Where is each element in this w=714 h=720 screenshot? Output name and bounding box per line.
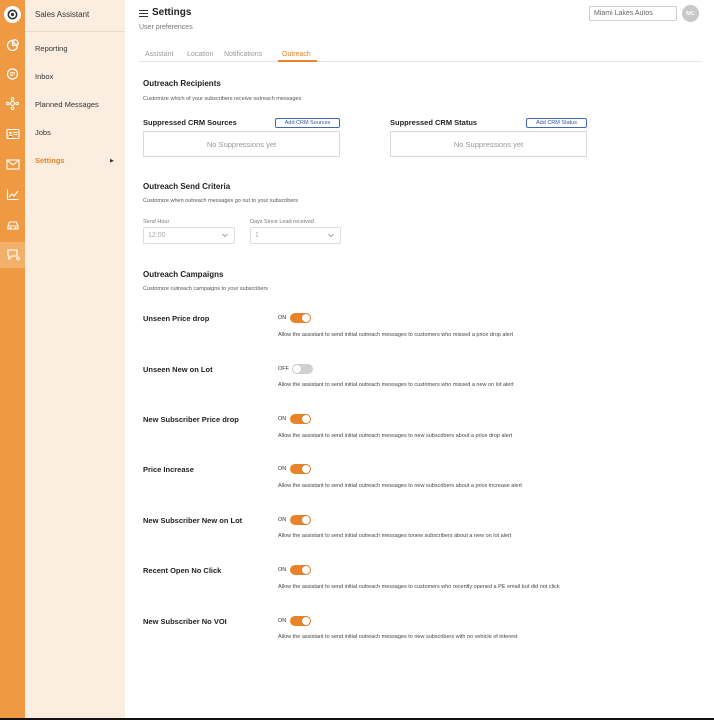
campaign-desc: Allow the assistant to send initial outr… (278, 634, 518, 640)
add-crm-sources-button[interactable]: Add CRM Sources (275, 118, 340, 128)
toggle-state-label: ON (278, 618, 287, 624)
days-since-value: 1 (255, 232, 259, 239)
toggle-state-label: OFF (278, 366, 289, 372)
campaign-name: Price Increase (143, 465, 194, 474)
sidebar-item-jobs[interactable]: Jobs (35, 128, 51, 137)
sidebar: Sales Assistant Reporting Inbox Planned … (25, 0, 125, 718)
days-since-select[interactable]: 1 (250, 227, 341, 244)
mail-icon[interactable] (4, 156, 21, 173)
toggle-state-label: ON (278, 466, 287, 472)
campaign-desc: Allow the assistant to send initial outr… (278, 533, 512, 539)
tab-active-underline (278, 60, 317, 62)
contact-card-icon[interactable] (4, 125, 21, 142)
sidebar-item-settings[interactable]: Settings (35, 156, 65, 165)
add-crm-status-button[interactable]: Add CRM Status (526, 118, 587, 128)
campaign-name: Unseen Price drop (143, 314, 210, 323)
campaign-desc: Allow the assistant to send initial outr… (278, 483, 522, 489)
page-title: Settings (152, 7, 192, 18)
sidebar-item-reporting[interactable]: Reporting (35, 44, 68, 53)
tabs-divider (139, 61, 702, 62)
car-icon[interactable] (4, 216, 21, 233)
recipients-title: Outreach Recipients (143, 79, 221, 88)
toggle-state-label: ON (278, 517, 287, 523)
campaign-desc: Allow the assistant to send initial outr… (278, 433, 513, 439)
menu-icon[interactable] (139, 10, 148, 17)
avatar[interactable]: MC (682, 5, 699, 22)
caret-right-icon: ▶ (110, 158, 114, 164)
suppressed-status-list: No Suppressions yet (390, 131, 587, 157)
chevron-down-icon (222, 233, 228, 238)
recipients-desc: Customize which of your subscribers rece… (143, 96, 302, 102)
tab-notifications[interactable]: Notifications (224, 51, 262, 58)
send-hour-label: Send Hour (143, 219, 170, 225)
suppressed-status-title: Suppressed CRM Status (390, 118, 478, 127)
campaign-desc: Allow the assistant to send initial outr… (278, 332, 514, 338)
tab-outreach[interactable]: Outreach (282, 51, 311, 58)
toggle-state-label: ON (278, 416, 287, 422)
chevron-down-icon (328, 233, 334, 238)
campaigns-title: Outreach Campaigns (143, 270, 224, 279)
toggle-state-label: ON (278, 567, 287, 573)
icon-rail (0, 0, 25, 718)
campaign-toggle[interactable] (292, 364, 313, 374)
campaign-name: New Subscriber No VOI (143, 617, 227, 626)
campaign-toggle[interactable] (290, 464, 311, 474)
toggle-state-label: ON (278, 315, 287, 321)
campaign-toggle[interactable] (290, 565, 311, 575)
sidebar-item-planned-messages[interactable]: Planned Messages (35, 100, 99, 109)
campaign-toggle[interactable] (290, 313, 311, 323)
campaign-desc: Allow the assistant to send initial outr… (278, 382, 514, 388)
campaign-name: New Subscriber New on Lot (143, 516, 243, 525)
logo-icon[interactable] (4, 6, 21, 23)
tab-assistant[interactable]: Assistant (145, 51, 173, 58)
campaigns-desc: Customize outreach campaigns to your sub… (143, 286, 269, 292)
days-since-label: Days Since Lead received (250, 219, 314, 225)
suppressed-sources-title: Suppressed CRM Sources (143, 118, 237, 127)
trend-chart-icon[interactable] (4, 186, 21, 203)
campaign-name: Unseen New on Lot (143, 365, 213, 374)
network-icon[interactable] (4, 95, 21, 112)
campaign-toggle[interactable] (290, 515, 311, 525)
send-hour-select[interactable]: 12:00 (143, 227, 235, 244)
campaign-name: Recent Open No Click (143, 566, 222, 575)
page-subtitle: User preferences (139, 24, 193, 31)
sidebar-item-inbox[interactable]: Inbox (35, 72, 53, 81)
chat-icon[interactable] (4, 66, 21, 83)
pie-chart-icon[interactable] (4, 37, 21, 54)
campaign-name: New Subscriber Price drop (143, 415, 239, 424)
campaign-desc: Allow the assistant to send initial outr… (278, 584, 560, 590)
dealer-selector[interactable]: Miami Lakes Autos (589, 6, 677, 21)
app-name: Sales Assistant (25, 0, 125, 32)
tab-location[interactable]: Location (187, 51, 213, 58)
criteria-title: Outreach Send Criteria (143, 182, 231, 191)
send-hour-value: 12:00 (148, 232, 166, 239)
assistant-chat-icon[interactable] (4, 246, 21, 263)
campaign-toggle[interactable] (290, 414, 311, 424)
criteria-desc: Customize when outreach messages go out … (143, 198, 298, 204)
campaign-toggle[interactable] (290, 616, 311, 626)
suppressed-sources-list: No Suppressions yet (143, 131, 340, 157)
